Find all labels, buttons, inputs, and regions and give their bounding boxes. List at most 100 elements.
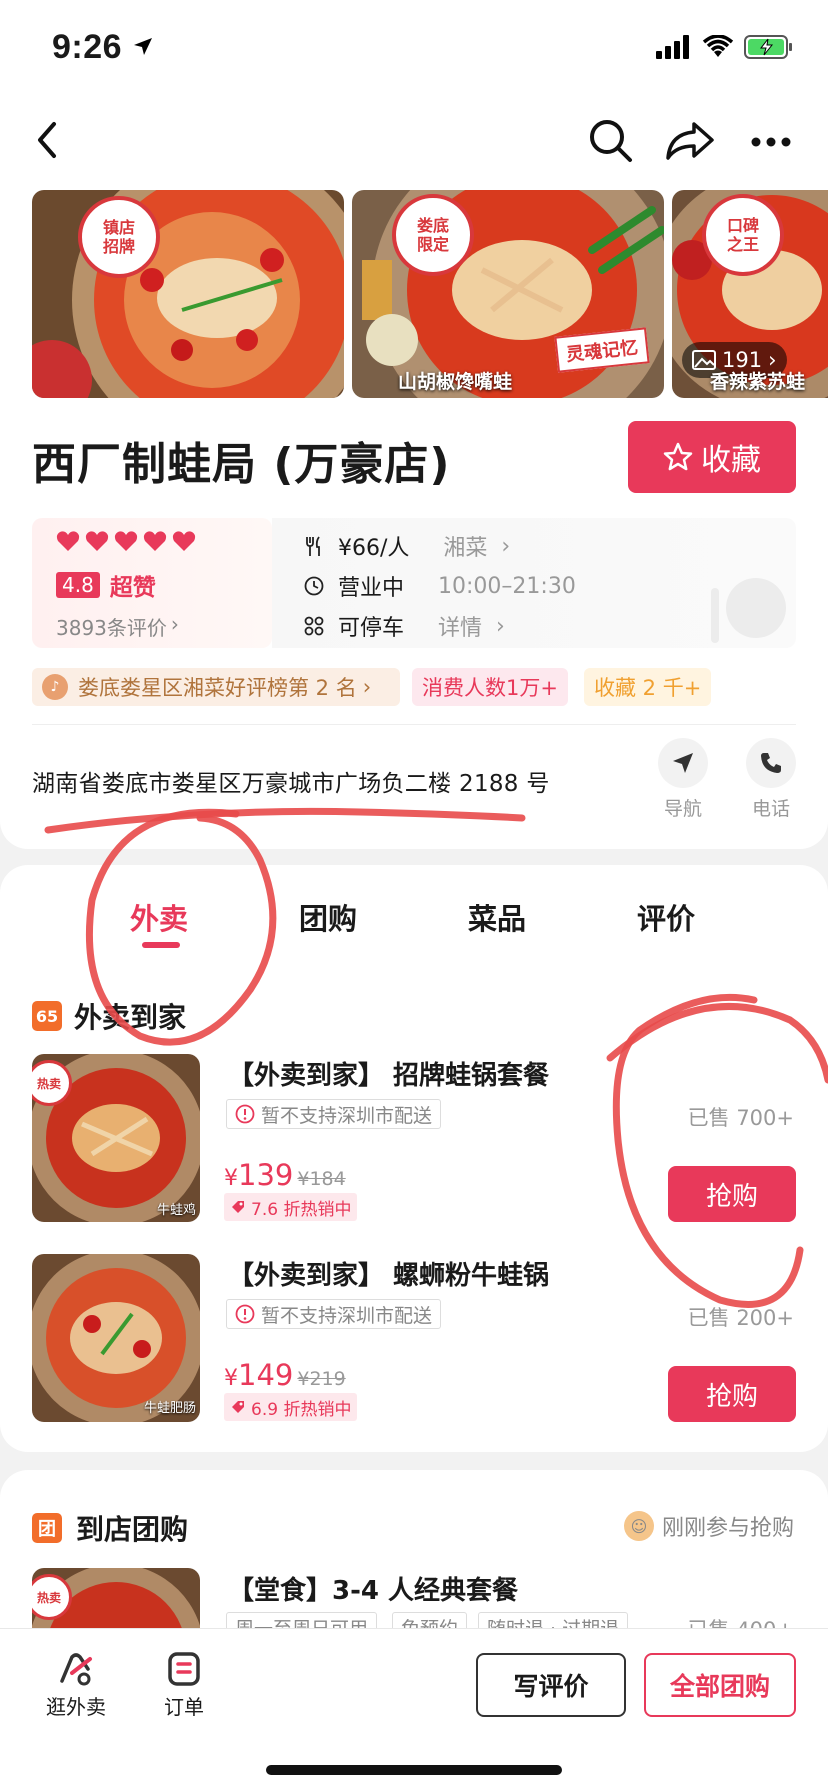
favorites-tag: 收藏 2 千+ [584, 668, 712, 706]
review-count: 3893条评价 [56, 616, 167, 640]
store-photo[interactable]: 口碑 之王 191 › 香辣紫苏蛙 [672, 190, 828, 398]
tab-dishes[interactable]: 菜品 [468, 896, 526, 938]
parking-icon [304, 616, 324, 636]
dish-image-label: 牛蛙肥肠 [143, 1401, 196, 1416]
rating-score: 4.8 [56, 572, 100, 598]
all-deals-button[interactable]: 全部团购 [644, 1653, 796, 1717]
photo-stamp: 娄底 限定 [392, 194, 474, 276]
store-address[interactable]: 湖南省娄底市娄星区万豪城市广场负二楼 2188 号 [32, 764, 550, 798]
rating-box[interactable]: 4.8 超赞 3893条评价 › [32, 518, 272, 648]
battery-icon [744, 35, 792, 59]
chevron-right-icon: › [496, 613, 505, 639]
location-arrow-icon [134, 38, 152, 55]
active-tab-indicator [142, 942, 180, 948]
search-icon[interactable] [588, 118, 634, 164]
status-bar: 9:26 [0, 0, 828, 100]
divider [32, 724, 796, 725]
rating-hearts [56, 530, 201, 552]
deal-image[interactable]: 热卖 [32, 1568, 200, 1628]
photo-stamp: 口碑 之王 [702, 194, 784, 276]
heart-icon [85, 531, 109, 551]
chevron-right-icon: › [362, 675, 372, 699]
tab-reviews[interactable]: 评价 [637, 896, 695, 938]
rating-label: 超赞 [109, 575, 156, 601]
tab-delivery[interactable]: 外卖 [130, 896, 188, 938]
warning-icon [235, 1104, 255, 1124]
delivery-notice: 暂不支持深圳市配送 [226, 1299, 442, 1329]
price-per-person: ¥66/人 [338, 536, 410, 561]
favorite-label: 收藏 [701, 443, 761, 478]
review-count-link[interactable]: 3893条评价 › [56, 612, 179, 641]
price-row: ¥149 ¥219 [224, 1358, 346, 1392]
hours-row: 营业中 10:00–21:30 [304, 570, 576, 602]
browse-delivery-label: 逛外卖 [46, 1695, 106, 1719]
group-buy-logo-icon: 团 [32, 1513, 62, 1543]
avatar: ☺ [623, 1511, 654, 1541]
status-time: 9:26 [52, 28, 123, 66]
call-button[interactable]: 电话 [746, 738, 796, 821]
dish-title[interactable]: 【外卖到家】 螺蛳粉牛蛙锅 [228, 1255, 549, 1292]
wifi-icon [702, 35, 734, 57]
dish-image[interactable]: 牛蛙肥肠 [32, 1254, 200, 1422]
parking-label: 可停车 [338, 616, 405, 641]
delivery-notice: 暂不支持深圳市配送 [226, 1099, 442, 1129]
delivery-section-title: 外卖到家 [74, 1001, 187, 1034]
delivery-section-header: 65 外卖到家 [32, 996, 186, 1036]
cuisine: 湘菜 [443, 536, 488, 561]
back-icon[interactable] [34, 120, 60, 160]
price-row[interactable]: ¥66/人 湘菜 › [304, 530, 510, 562]
dish-title[interactable]: 【外卖到家】 招牌蛙锅套餐 [228, 1055, 549, 1092]
rating-score-row: 4.8 超赞 [56, 568, 156, 602]
heart-icon [114, 531, 138, 551]
browse-delivery-icon [60, 1653, 92, 1686]
orders-button[interactable]: 订单 [164, 1651, 204, 1720]
discount-text: 7.6 折热销中 [251, 1199, 352, 1220]
star-icon [663, 442, 693, 471]
discount-badge: 6.9 折热销中 [224, 1393, 358, 1421]
sold-count: 已售 200+ [687, 1306, 794, 1330]
ranking-tag[interactable]: ♪ 娄底娄星区湘菜好评榜第 2 名 › [32, 668, 400, 706]
photo-stamp: 镇店 招牌 [78, 196, 160, 278]
photo-caption: 香辣紫苏蛙 [710, 371, 806, 393]
original-price: ¥219 [297, 1368, 346, 1390]
store-photo[interactable]: 镇店 招牌 [32, 190, 344, 398]
write-review-button[interactable]: 写评价 [476, 1653, 626, 1717]
tag-icon [232, 1201, 244, 1213]
orders-icon [168, 1652, 200, 1686]
ranking-text: 娄底娄星区湘菜好评榜第 2 名 [78, 676, 357, 700]
navigate-button[interactable]: 导航 [658, 738, 708, 821]
photo-caption: 山胡椒馋嘴蛙 [398, 371, 513, 393]
navigation-bar [0, 100, 828, 190]
buy-button[interactable]: 抢购 [668, 1166, 796, 1222]
group-buy-title: 到店团购 [76, 1513, 189, 1546]
recent-buyers: ☺ 刚刚参与抢购 [623, 1510, 794, 1542]
business-hours: 10:00–21:30 [438, 573, 576, 599]
utensils-icon [306, 536, 320, 556]
more-icon[interactable] [750, 136, 792, 148]
store-details-box: ¥66/人 湘菜 › 营业中 10:00–21:30 可停车 详情 › [272, 518, 796, 648]
group-buy-header: 团 到店团购 [32, 1508, 188, 1548]
cellular-signal-icon [656, 35, 689, 59]
deal-title[interactable]: 【堂食】3-4 人经典套餐 [228, 1570, 518, 1607]
tab-group-buy[interactable]: 团购 [299, 896, 357, 938]
favorite-button[interactable]: 收藏 [628, 421, 796, 493]
utensils-watermark-icon [711, 578, 786, 643]
business-status: 营业中 [338, 576, 405, 601]
call-label: 电话 [751, 798, 790, 820]
phone-icon [761, 753, 781, 773]
store-photo[interactable]: 娄底 限定 灵魂记忆 山胡椒馋嘴蛙 [352, 190, 664, 398]
navigation-arrow-icon [673, 753, 693, 773]
share-icon[interactable] [664, 118, 716, 164]
current-price: ¥149 [224, 1358, 294, 1392]
dish-image[interactable]: 热卖 牛蛙鸡 [32, 1054, 200, 1222]
status-icons [656, 34, 794, 60]
heart-icon [143, 531, 167, 551]
heart-icon [172, 531, 196, 551]
original-price: ¥184 [297, 1168, 346, 1190]
discount-badge: 7.6 折热销中 [224, 1193, 358, 1221]
notice-text: 暂不支持深圳市配送 [261, 1104, 433, 1127]
current-price: ¥139 [224, 1158, 294, 1192]
parking-row[interactable]: 可停车 详情 › [304, 610, 505, 642]
buy-button[interactable]: 抢购 [668, 1366, 796, 1422]
browse-delivery-button[interactable]: 逛外卖 [46, 1651, 106, 1720]
